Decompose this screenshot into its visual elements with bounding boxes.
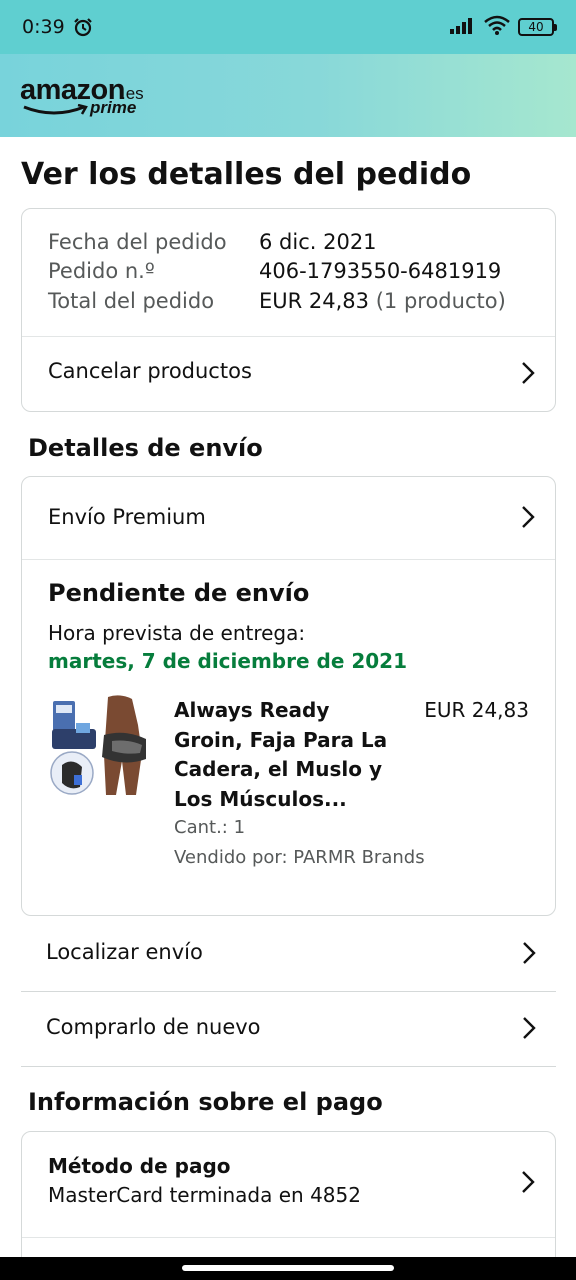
alarm-icon xyxy=(73,17,93,37)
divider xyxy=(22,1237,555,1238)
signal-icon xyxy=(450,16,476,38)
cancel-products-label: Cancelar productos xyxy=(48,359,252,383)
chevron-right-icon xyxy=(523,942,536,964)
shipping-section-title: Detalles de envío xyxy=(28,434,263,462)
payment-method-card[interactable]: Método de pago MasterCard terminada en 4… xyxy=(21,1131,556,1271)
buy-again-button[interactable]: Comprarlo de nuevo xyxy=(21,992,556,1067)
order-total-label: Total del pedido xyxy=(48,289,215,313)
order-total-amount: EUR 24,83 xyxy=(259,289,370,313)
chevron-right-icon xyxy=(522,1171,535,1193)
order-number-label: Pedido n.º xyxy=(48,259,155,283)
eta-label: Hora prevista de entrega: xyxy=(48,621,306,645)
product-name-link[interactable]: Always Ready Groin, Faja Para La Cadera,… xyxy=(174,696,404,814)
track-shipment-label: Localizar envío xyxy=(46,940,203,964)
shipping-method-label: Envío Premium xyxy=(48,505,206,529)
divider xyxy=(22,559,555,560)
shipment-status: Pendiente de envío xyxy=(48,579,310,607)
track-shipment-button[interactable]: Localizar envío xyxy=(21,917,556,992)
eta-date: martes, 7 de diciembre de 2021 xyxy=(48,649,408,673)
home-gesture-handle[interactable] xyxy=(182,1265,394,1271)
battery-icon: 40 xyxy=(518,18,557,36)
buy-again-label: Comprarlo de nuevo xyxy=(46,1015,261,1039)
cancel-products-button[interactable]: Cancelar productos xyxy=(22,337,555,412)
chevron-right-icon xyxy=(522,362,535,384)
order-total-value: EUR 24,83 (1 producto) xyxy=(259,289,506,313)
payment-section-title: Información sobre el pago xyxy=(28,1088,383,1116)
order-total-count: (1 producto) xyxy=(375,289,506,313)
product-image[interactable] xyxy=(50,695,150,799)
wifi-icon xyxy=(484,15,510,39)
order-number-value: 406-1793550-6481919 xyxy=(259,259,502,283)
payment-method-title: Método de pago xyxy=(48,1154,231,1178)
product-quantity: Cant.: 1 xyxy=(174,817,246,838)
chevron-right-icon xyxy=(522,506,535,528)
logo-tier: prime xyxy=(90,98,137,117)
smile-icon xyxy=(23,104,88,115)
shipment-card: Envío Premium Pendiente de envío Hora pr… xyxy=(21,476,556,916)
product-seller: Vendido por: PARMR Brands xyxy=(174,847,425,868)
shipping-method-button[interactable]: Envío Premium xyxy=(22,477,555,559)
page-title: Ver los detalles del pedido xyxy=(21,157,472,192)
order-date-value: 6 dic. 2021 xyxy=(259,230,377,254)
order-summary-card: Fecha del pedido 6 dic. 2021 Pedido n.º … xyxy=(21,208,556,412)
product-price: EUR 24,83 xyxy=(424,698,529,722)
amazon-prime-logo[interactable]: amazon .es prime xyxy=(20,74,150,126)
app-header: amazon .es prime xyxy=(0,54,576,137)
status-bar: 0:39 40 xyxy=(0,0,576,54)
system-nav-bar xyxy=(0,1257,576,1280)
chevron-right-icon xyxy=(523,1017,536,1039)
order-date-label: Fecha del pedido xyxy=(48,230,227,254)
payment-method-value: MasterCard terminada en 4852 xyxy=(48,1183,361,1207)
status-time: 0:39 xyxy=(22,16,65,38)
